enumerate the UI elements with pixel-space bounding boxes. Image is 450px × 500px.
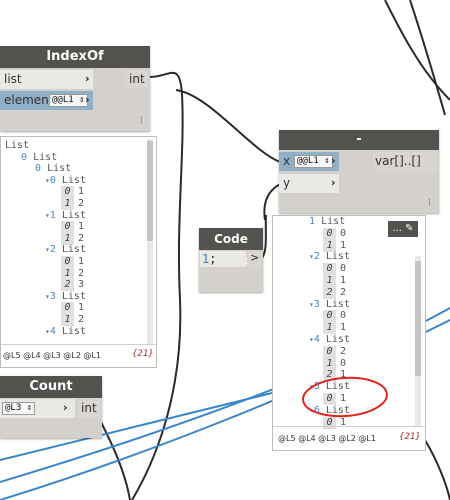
lacing-selector[interactable]: @L3 ⇕ bbox=[2, 402, 36, 415]
node-title: Count bbox=[0, 376, 102, 398]
input-port[interactable]: @L3 ⇕ › bbox=[0, 399, 75, 418]
port-label: int bbox=[81, 401, 97, 415]
chevron-right-icon: › bbox=[63, 401, 68, 414]
stepper-icon: ⇕ bbox=[26, 403, 33, 413]
lacing-value: @L3 bbox=[5, 403, 22, 413]
output-port-int[interactable]: int bbox=[78, 399, 100, 418]
highlight-ellipse bbox=[302, 376, 388, 418]
count-node[interactable]: Count @L3 ⇕ › int bbox=[0, 376, 102, 438]
